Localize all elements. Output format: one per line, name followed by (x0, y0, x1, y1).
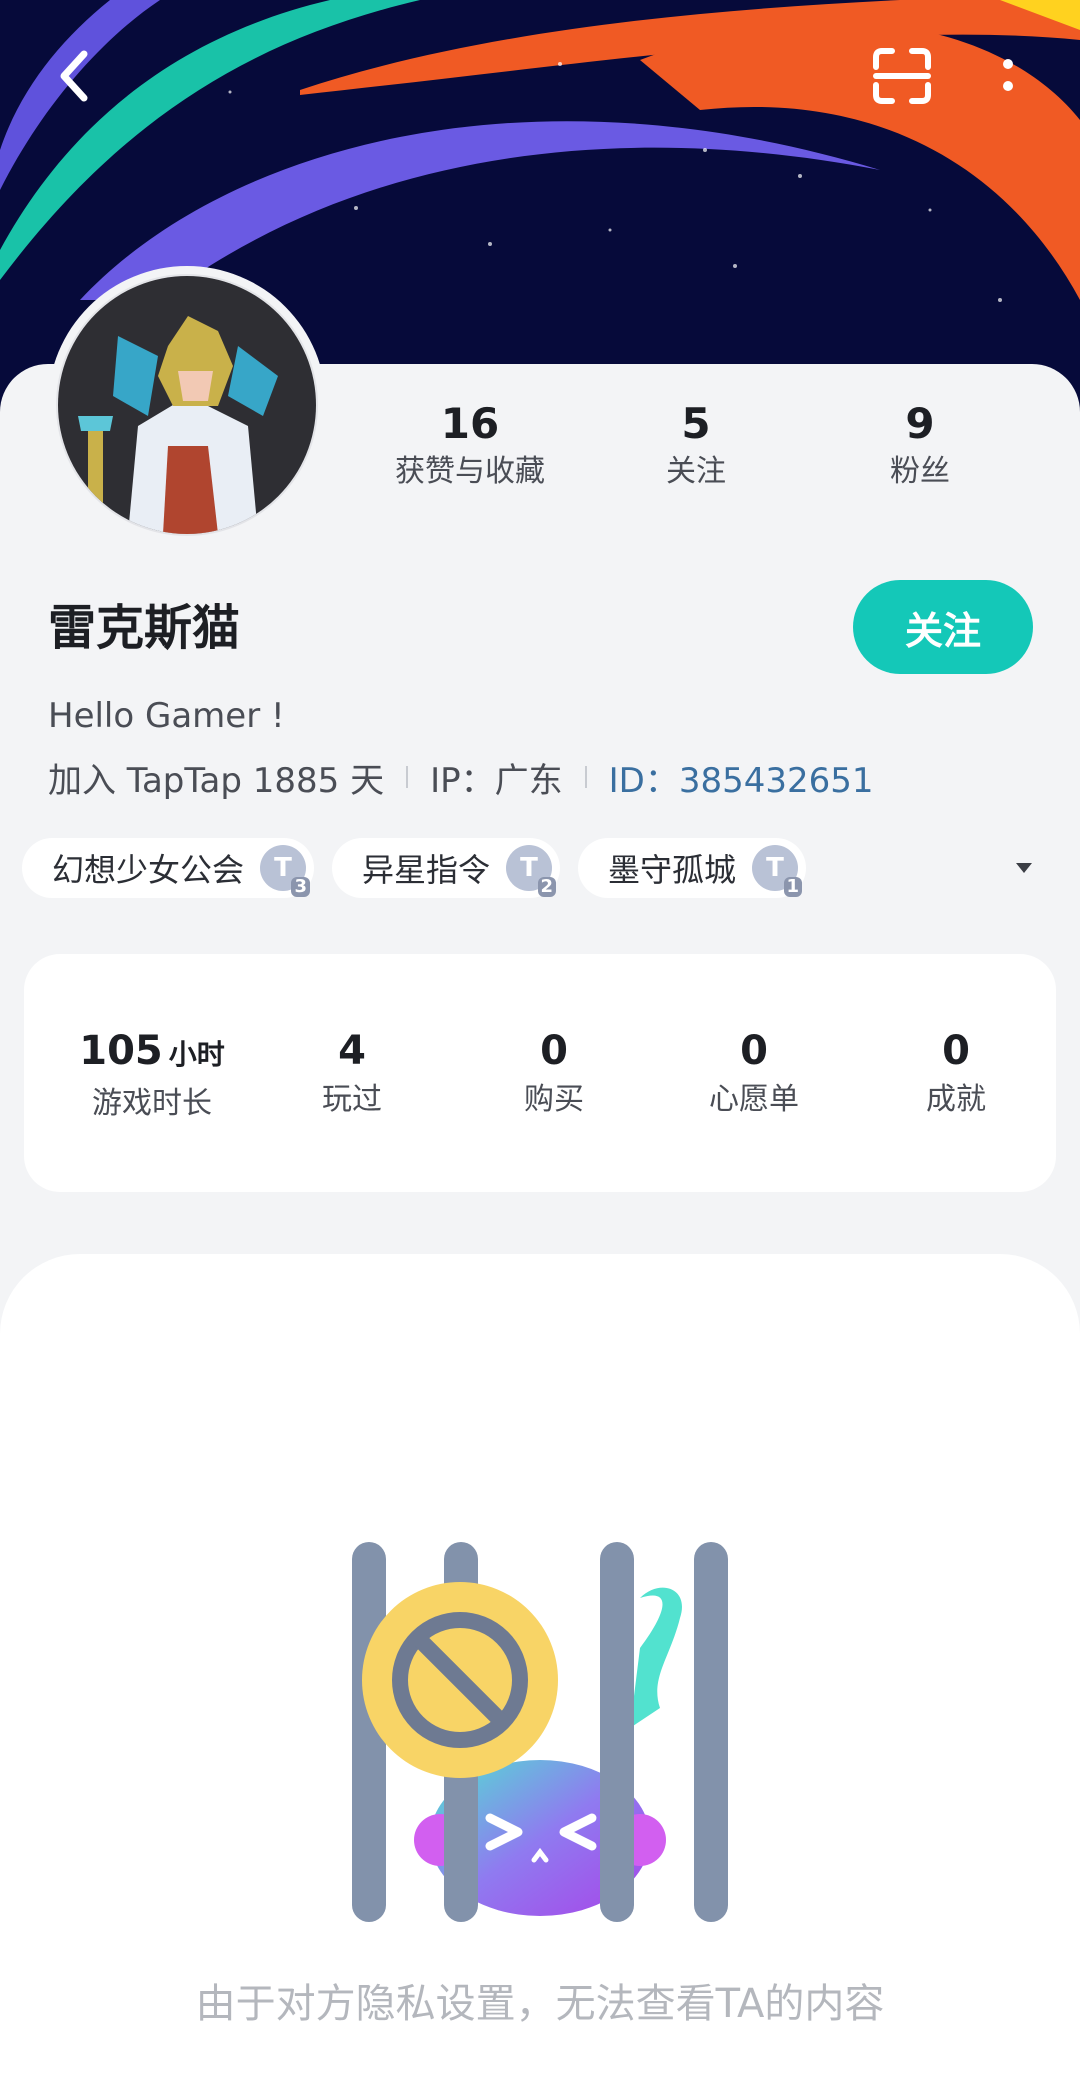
follow-button[interactable]: 关注 (853, 580, 1033, 674)
achievements-value: 0 (942, 1028, 970, 1074)
guild-level: 3 (291, 877, 311, 897)
stat-likes[interactable]: 16 获赞与收藏 (360, 398, 580, 492)
stat-likes-label: 获赞与收藏 (395, 454, 545, 489)
scan-icon (873, 48, 931, 104)
playtime-unit: 小时 (168, 1038, 225, 1071)
guild-level: 2 (537, 877, 557, 897)
playtime-value: 105 小时 (52, 1026, 252, 1080)
guild-chip[interactable]: 墨守孤城 T1 (578, 838, 807, 898)
wishlist-value: 0 (740, 1028, 768, 1074)
scan-button[interactable] (860, 36, 944, 116)
joined-days: 加入 TapTap 1885 天 (48, 760, 385, 801)
profile-meta: 加入 TapTap 1885 天 IP：广东 ID：385432651 (48, 752, 874, 802)
guild-level-icon: T3 (260, 845, 311, 897)
chevron-left-icon (60, 50, 88, 102)
privacy-locked-illustration (352, 1542, 728, 1922)
avatar-image (56, 274, 318, 536)
gstat-achievements[interactable]: 0 成就 (856, 1026, 1056, 1120)
user-id[interactable]: ID：385432651 (609, 753, 874, 802)
username: 雷克斯猫 (48, 600, 241, 656)
game-stats-card: 105 小时 游戏时长 4 玩过 0 购买 0 心愿单 0 成就 (24, 954, 1056, 1192)
played-value: 4 (338, 1028, 366, 1074)
played-label: 玩过 (322, 1082, 382, 1117)
stat-following[interactable]: 5 关注 (586, 398, 806, 492)
stat-likes-value: 16 (440, 399, 500, 448)
playtime-number: 105 (79, 1028, 163, 1074)
playtime-label: 游戏时长 (92, 1086, 212, 1121)
achievements-label: 成就 (926, 1082, 986, 1117)
guild-chip[interactable]: 异星指令 T2 (332, 838, 561, 898)
divider (584, 766, 587, 788)
avatar[interactable] (48, 266, 326, 544)
guild-level-icon: T1 (752, 845, 803, 897)
stat-fans-value: 9 (905, 399, 935, 448)
guild-list: 幻想少女公会 T3 异星指令 T2 墨守孤城 T1 (22, 838, 807, 898)
wishlist-label: 心愿单 (709, 1082, 799, 1117)
bio-text: Hello Gamer ! (48, 696, 285, 736)
gstat-playtime[interactable]: 105 小时 游戏时长 (52, 1026, 252, 1124)
guild-name: 墨守孤城 (608, 851, 737, 889)
privacy-message: 由于对方隐私设置，无法查看TA的内容 (195, 1981, 885, 2027)
purchased-label: 购买 (524, 1082, 584, 1117)
more-vertical-icon (1003, 59, 1013, 91)
gstat-purchased[interactable]: 0 购买 (454, 1026, 654, 1120)
guild-level: 1 (783, 877, 803, 897)
ip-location: IP：广东 (430, 760, 563, 801)
guild-name: 幻想少女公会 (52, 851, 245, 889)
back-button[interactable] (34, 36, 114, 116)
guild-level-icon: T2 (506, 845, 557, 897)
guild-chip[interactable]: 幻想少女公会 T3 (22, 838, 315, 898)
stat-fans[interactable]: 9 粉丝 (810, 398, 1030, 492)
gstat-wishlist[interactable]: 0 心愿单 (654, 1026, 854, 1120)
expand-guilds-button[interactable] (1010, 856, 1038, 880)
stat-fans-label: 粉丝 (890, 454, 950, 489)
guild-name: 异星指令 (362, 851, 491, 889)
divider (406, 766, 409, 788)
gstat-played[interactable]: 4 玩过 (252, 1026, 452, 1120)
stat-following-label: 关注 (666, 454, 726, 489)
caret-down-icon (1016, 863, 1032, 873)
stat-following-value: 5 (681, 399, 711, 448)
more-button[interactable] (968, 36, 1048, 116)
purchased-value: 0 (540, 1028, 568, 1074)
